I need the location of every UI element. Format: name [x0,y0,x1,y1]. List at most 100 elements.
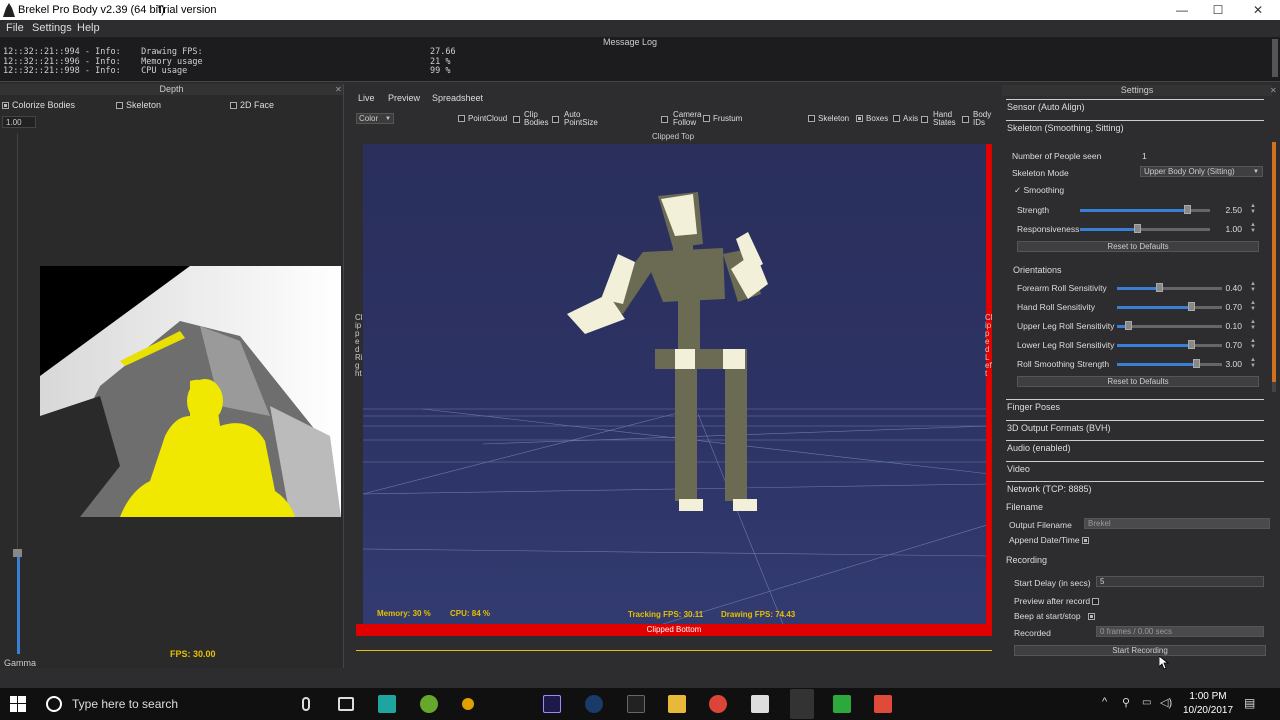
checkbox-icon [856,115,863,123]
cortana-icon[interactable] [46,696,62,712]
orientation-spin-icon[interactable]: ▲ ▼ [1250,281,1256,293]
append-datetime-checkbox[interactable]: Append Date/Time [1009,535,1092,545]
face-2d-checkbox[interactable]: 2D Face [230,100,274,110]
3d-scene[interactable]: Memory: 30 % CPU: 84 % Tracking FPS: 30.… [363,144,990,624]
orientation-slider-handle[interactable] [1125,321,1132,330]
brekel-app-icon[interactable] [790,689,814,719]
menu-settings[interactable]: Settings [32,20,72,37]
windows-start-icon[interactable] [10,696,26,712]
taskbar-search[interactable]: Type here to search [72,697,178,711]
depth-spinbox[interactable]: 1.00 [2,116,36,128]
clock-time: 1:00 PM [1189,691,1227,702]
after-effects-icon[interactable] [543,695,561,713]
output-filename-input[interactable]: Brekel [1084,518,1270,529]
orientations-heading: Orientations [1013,265,1062,275]
checkbox-icon [893,115,900,123]
beep-checkbox[interactable]: Beep at start/stop [1014,611,1098,621]
axis-checkbox[interactable]: Axis [893,115,918,123]
file-explorer-icon[interactable] [668,695,686,713]
gamma-label: Gamma [4,658,37,668]
chrome-icon[interactable] [709,695,727,713]
orientation-spin-icon[interactable]: ▲ ▼ [1250,319,1256,331]
trial-label: Trial version [157,4,217,16]
orientation-slider-handle[interactable] [1188,302,1195,311]
chevron-up-icon[interactable]: ^ [1102,696,1107,708]
color-select[interactable]: Color ▼ [356,113,394,124]
microphone-icon[interactable] [302,697,310,711]
depth-map-graphic [40,266,341,517]
responsiveness-spin-icon[interactable]: ▲ ▼ [1250,222,1256,234]
menu-help[interactable]: Help [77,20,100,37]
section-skeleton[interactable]: Skeleton (Smoothing, Sitting) [1006,120,1264,140]
smoothing-checkbox[interactable]: ✓ Smoothing [1014,185,1064,196]
orientation-slider-handle[interactable] [1188,340,1195,349]
store-icon[interactable] [751,695,769,713]
camtasia-recorder-icon[interactable] [874,695,892,713]
orientation-slider-fill [1117,363,1196,366]
camtasia-icon[interactable] [833,695,851,713]
start-delay-input[interactable]: 5 [1096,576,1264,587]
orientation-spin-icon[interactable]: ▲ ▼ [1250,357,1256,369]
section-sensor[interactable]: Sensor (Auto Align) [1006,99,1264,119]
tab-spreadsheet[interactable]: Spreadsheet [432,93,483,103]
responsiveness-handle[interactable] [1134,224,1141,233]
orientation-spin-icon[interactable]: ▲ ▼ [1250,300,1256,312]
3dsmax-app-icon[interactable] [378,695,396,713]
section-video[interactable]: Video [1006,461,1264,481]
reset-defaults-button[interactable]: Reset to Defaults [1017,241,1259,252]
volume-icon[interactable]: ◁) [1160,696,1172,709]
orientation-slider-handle[interactable] [1156,283,1163,292]
panel-close-icon[interactable]: ✕ [335,85,342,94]
unreal-engine-icon[interactable] [585,695,603,713]
maximize-button[interactable]: ☐ [1198,0,1238,20]
orientation-slider-label: Forearm Roll Sensitivity [1017,283,1107,293]
checkbox-icon [921,116,928,123]
people-seen-value: 1 [1142,151,1147,161]
section-network[interactable]: Network (TCP: 8885) [1006,481,1264,501]
colorize-bodies-checkbox[interactable]: Colorize Bodies [2,100,75,110]
app-icon[interactable] [462,698,474,710]
taskbar-clock[interactable]: 1:00 PM 10/20/2017 [1180,690,1236,718]
tab-preview[interactable]: Preview [388,93,420,103]
strength-handle[interactable] [1184,205,1191,214]
boxes-checkbox[interactable]: Boxes [856,115,888,123]
strength-spin-icon[interactable]: ▲ ▼ [1250,203,1256,215]
section-output-formats[interactable]: 3D Output Formats (BVH) [1006,420,1264,440]
log-scrollbar[interactable] [1272,39,1278,77]
preview-after-record-checkbox[interactable]: Preview after record [1014,596,1102,606]
checkbox-icon [962,116,969,123]
skeleton-mode-select[interactable]: Upper Body Only (Sitting) ▼ [1140,166,1263,177]
section-audio[interactable]: Audio (enabled) [1006,440,1264,460]
pointcloud-checkbox[interactable]: PointCloud [458,115,507,123]
skeleton-checkbox[interactable]: Skeleton [808,115,849,123]
gamma-slider-handle[interactable] [13,549,22,557]
menu-file[interactable]: File [6,20,24,37]
depth-skeleton-checkbox[interactable]: Skeleton [116,100,161,110]
battery-icon[interactable]: ▭ [1142,697,1151,708]
responsiveness-label: Responsiveness [1017,224,1080,234]
epic-games-icon[interactable] [627,695,645,713]
message-log-lines: 12::32::21::994 - Info: Drawing FPS: 12::… [3,47,203,77]
orientation-spin-icon[interactable]: ▲ ▼ [1250,338,1256,350]
start-recording-button[interactable]: Start Recording [1014,645,1266,656]
notifications-icon[interactable]: ▤ [1244,696,1255,710]
orientation-slider-label: Lower Leg Roll Sensitivity [1017,340,1115,350]
section-finger-poses[interactable]: Finger Poses [1006,399,1264,419]
mouse-cursor-icon [1159,656,1169,670]
reset-defaults-button-2[interactable]: Reset to Defaults [1017,376,1259,387]
color-select-value: Color [359,114,379,123]
close-button[interactable]: ✕ [1238,0,1278,20]
settings-scroll-thumb[interactable] [1272,142,1276,382]
settings-scrollbar[interactable] [1272,142,1276,392]
orientation-slider-handle[interactable] [1193,359,1200,368]
skeleton-mode-label: Skeleton Mode [1012,168,1069,178]
tab-live[interactable]: Live [358,93,375,103]
frustum-checkbox[interactable]: Frustum [703,115,742,123]
app-icon[interactable] [420,695,438,713]
panel-close-icon[interactable]: ✕ [1270,86,1277,95]
network-icon[interactable]: ⚲ [1122,696,1130,709]
task-view-icon[interactable] [338,697,354,711]
checkbox-label: Skeleton [818,114,850,123]
orientation-slider-label: Hand Roll Sensitivity [1017,302,1095,312]
minimize-button[interactable]: — [1162,0,1202,20]
